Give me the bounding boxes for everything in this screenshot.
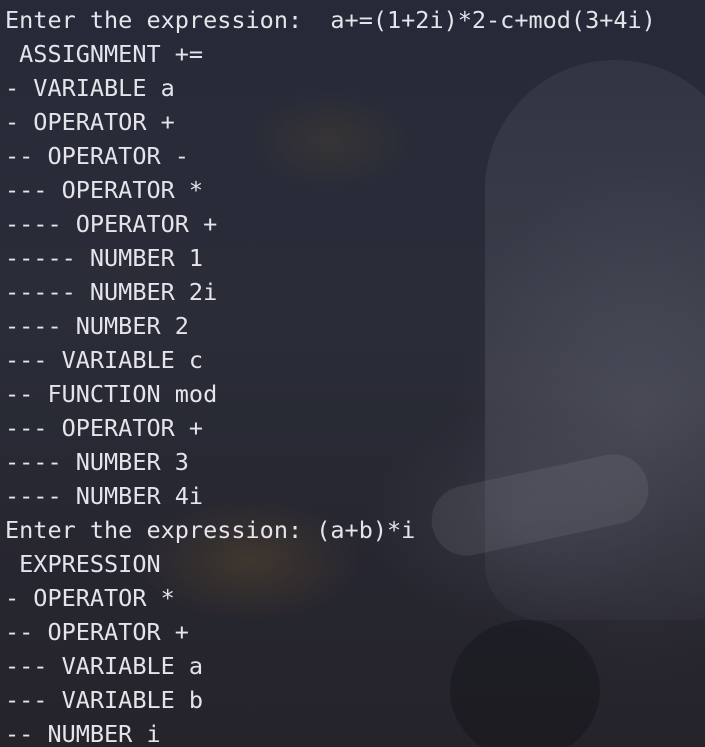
- terminal-output: Enter the expression: a+=(1+2i)*2-c+mod(…: [5, 3, 656, 747]
- output-line: - OPERATOR *: [5, 584, 175, 612]
- output-line: ---- NUMBER 2: [5, 312, 189, 340]
- output-line: - VARIABLE a: [5, 74, 175, 102]
- output-line: --- VARIABLE a: [5, 652, 204, 680]
- prompt-line: Enter the expression: (a+b)*i: [5, 516, 416, 544]
- output-line: --- VARIABLE c: [5, 346, 204, 374]
- output-line: -- NUMBER i: [5, 720, 161, 747]
- output-line: --- OPERATOR +: [5, 414, 204, 442]
- output-line: ----- NUMBER 1: [5, 244, 204, 272]
- terminal-window[interactable]: Enter the expression: a+=(1+2i)*2-c+mod(…: [0, 0, 705, 747]
- output-line: ---- NUMBER 4i: [5, 482, 204, 510]
- output-line: --- VARIABLE b: [5, 686, 204, 714]
- output-line: ---- NUMBER 3: [5, 448, 189, 476]
- prompt-line: Enter the expression: a+=(1+2i)*2-c+mod(…: [5, 6, 656, 34]
- output-line: ----- NUMBER 2i: [5, 278, 218, 306]
- output-line: -- FUNCTION mod: [5, 380, 218, 408]
- output-line: EXPRESSION: [5, 550, 161, 578]
- output-line: -- OPERATOR +: [5, 618, 189, 646]
- output-line: -- OPERATOR -: [5, 142, 189, 170]
- output-line: --- OPERATOR *: [5, 176, 204, 204]
- output-line: ASSIGNMENT +=: [5, 40, 204, 68]
- output-line: ---- OPERATOR +: [5, 210, 218, 238]
- output-line: - OPERATOR +: [5, 108, 175, 136]
